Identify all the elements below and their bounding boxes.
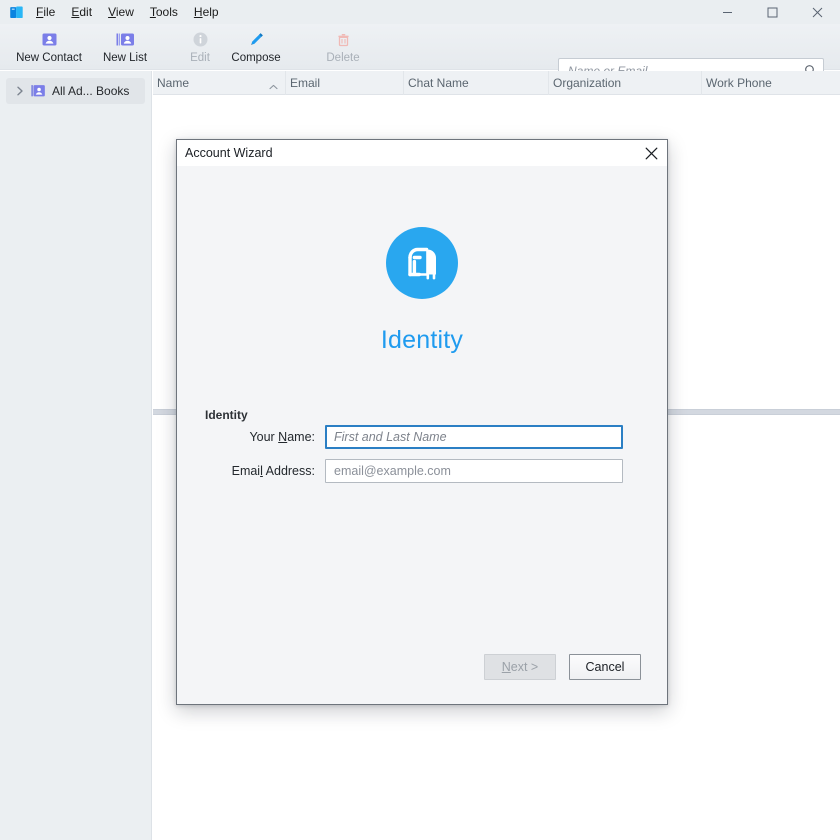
- address-book-icon: [28, 83, 48, 99]
- new-contact-button[interactable]: New Contact: [6, 26, 92, 70]
- pencil-icon: [248, 29, 265, 49]
- email-address-field-row: Email Address:: [205, 459, 641, 483]
- email-address-input[interactable]: [325, 459, 623, 483]
- column-header-chat-name-label: Chat Name: [408, 75, 469, 90]
- minimize-button[interactable]: [705, 0, 750, 24]
- email-address-label: Email Address:: [205, 464, 325, 478]
- column-header-organization-label: Organization: [553, 75, 622, 90]
- trash-icon: [335, 29, 352, 49]
- list-column-header: Name Email Chat Name Organization Work P…: [153, 70, 840, 95]
- menu-help-rest: elp: [202, 4, 219, 19]
- menu-item-view[interactable]: View: [100, 2, 142, 23]
- your-name-label-accel: N: [278, 430, 288, 444]
- sidebar-item-label: All Ad... Books: [52, 84, 130, 98]
- sidebar-item-all-address-books[interactable]: All Ad... Books: [6, 78, 145, 104]
- next-button-accel: N: [501, 660, 511, 674]
- dialog-title: Account Wizard: [185, 146, 273, 160]
- menu-item-edit[interactable]: Edit: [63, 2, 100, 23]
- menu-view-accel: V: [108, 4, 116, 19]
- column-header-organization[interactable]: Organization: [549, 70, 702, 95]
- email-address-label-pre: Emai: [231, 464, 261, 478]
- next-button-label: ext >: [510, 660, 539, 674]
- column-header-name-label: Name: [157, 75, 190, 90]
- dialog-button-bar: Next > Cancel: [484, 654, 641, 680]
- window-controls: [705, 0, 840, 24]
- your-name-label: Your Name:: [205, 430, 325, 444]
- sidebar: All Ad... Books: [0, 71, 152, 840]
- menu-edit-rest: dit: [79, 4, 93, 19]
- your-name-label-post: ame:: [287, 430, 315, 444]
- column-header-email-label: Email: [290, 75, 321, 90]
- your-name-field-row: Your Name:: [205, 425, 641, 449]
- new-list-button[interactable]: New List: [82, 26, 168, 70]
- sort-ascending-icon: [269, 79, 278, 93]
- close-button[interactable]: [795, 0, 840, 24]
- menu-item-tools[interactable]: Tools: [142, 2, 186, 23]
- next-button: Next >: [484, 654, 556, 680]
- column-header-work-phone-label: Work Phone: [706, 75, 772, 90]
- info-icon: [192, 29, 209, 49]
- chevron-right-icon[interactable]: [12, 83, 28, 99]
- menu-file-rest: ile: [43, 4, 56, 19]
- mailbox-icon: [386, 227, 458, 299]
- dialog-body: Identity Identity Your Name: Email Addre…: [177, 166, 667, 704]
- menu-bar: File Edit View Tools Help: [0, 0, 840, 24]
- delete-button: Delete: [300, 26, 386, 70]
- account-wizard-dialog: Account Wizard Identity Identity Your Na…: [176, 139, 668, 705]
- new-contact-label: New Contact: [16, 52, 82, 64]
- delete-label: Delete: [326, 52, 360, 64]
- main-toolbar: New Contact New List Edit Compose Delete…: [0, 24, 840, 83]
- compose-button[interactable]: Compose: [213, 26, 299, 70]
- identity-section-label: Identity: [205, 408, 248, 422]
- your-name-input[interactable]: [325, 425, 623, 449]
- menu-view-rest: iew: [115, 4, 134, 19]
- column-header-chat-name[interactable]: Chat Name: [404, 70, 549, 95]
- dialog-heading: Identity: [380, 326, 464, 354]
- app-logo-icon: [4, 0, 28, 24]
- column-header-email[interactable]: Email: [286, 70, 404, 95]
- your-name-label-pre: Your: [249, 430, 279, 444]
- new-list-icon: [116, 29, 135, 49]
- column-header-work-phone[interactable]: Work Phone: [702, 71, 840, 95]
- column-header-name[interactable]: Name: [153, 70, 286, 95]
- new-list-label: New List: [102, 52, 148, 64]
- new-contact-icon: [41, 29, 58, 49]
- menu-item-file[interactable]: File: [28, 2, 63, 23]
- email-address-label-post: Address:: [262, 464, 315, 478]
- dialog-close-icon[interactable]: [641, 143, 661, 163]
- maximize-button[interactable]: [750, 0, 795, 24]
- dialog-titlebar: Account Wizard: [177, 140, 667, 166]
- compose-label: Compose: [231, 52, 281, 64]
- edit-label: Edit: [190, 52, 210, 64]
- menu-tools-rest: ools: [155, 4, 178, 19]
- menu-item-help[interactable]: Help: [186, 2, 227, 23]
- cancel-button-label: Cancel: [585, 660, 625, 674]
- cancel-button[interactable]: Cancel: [569, 654, 641, 680]
- menu-help-accel: H: [193, 4, 203, 19]
